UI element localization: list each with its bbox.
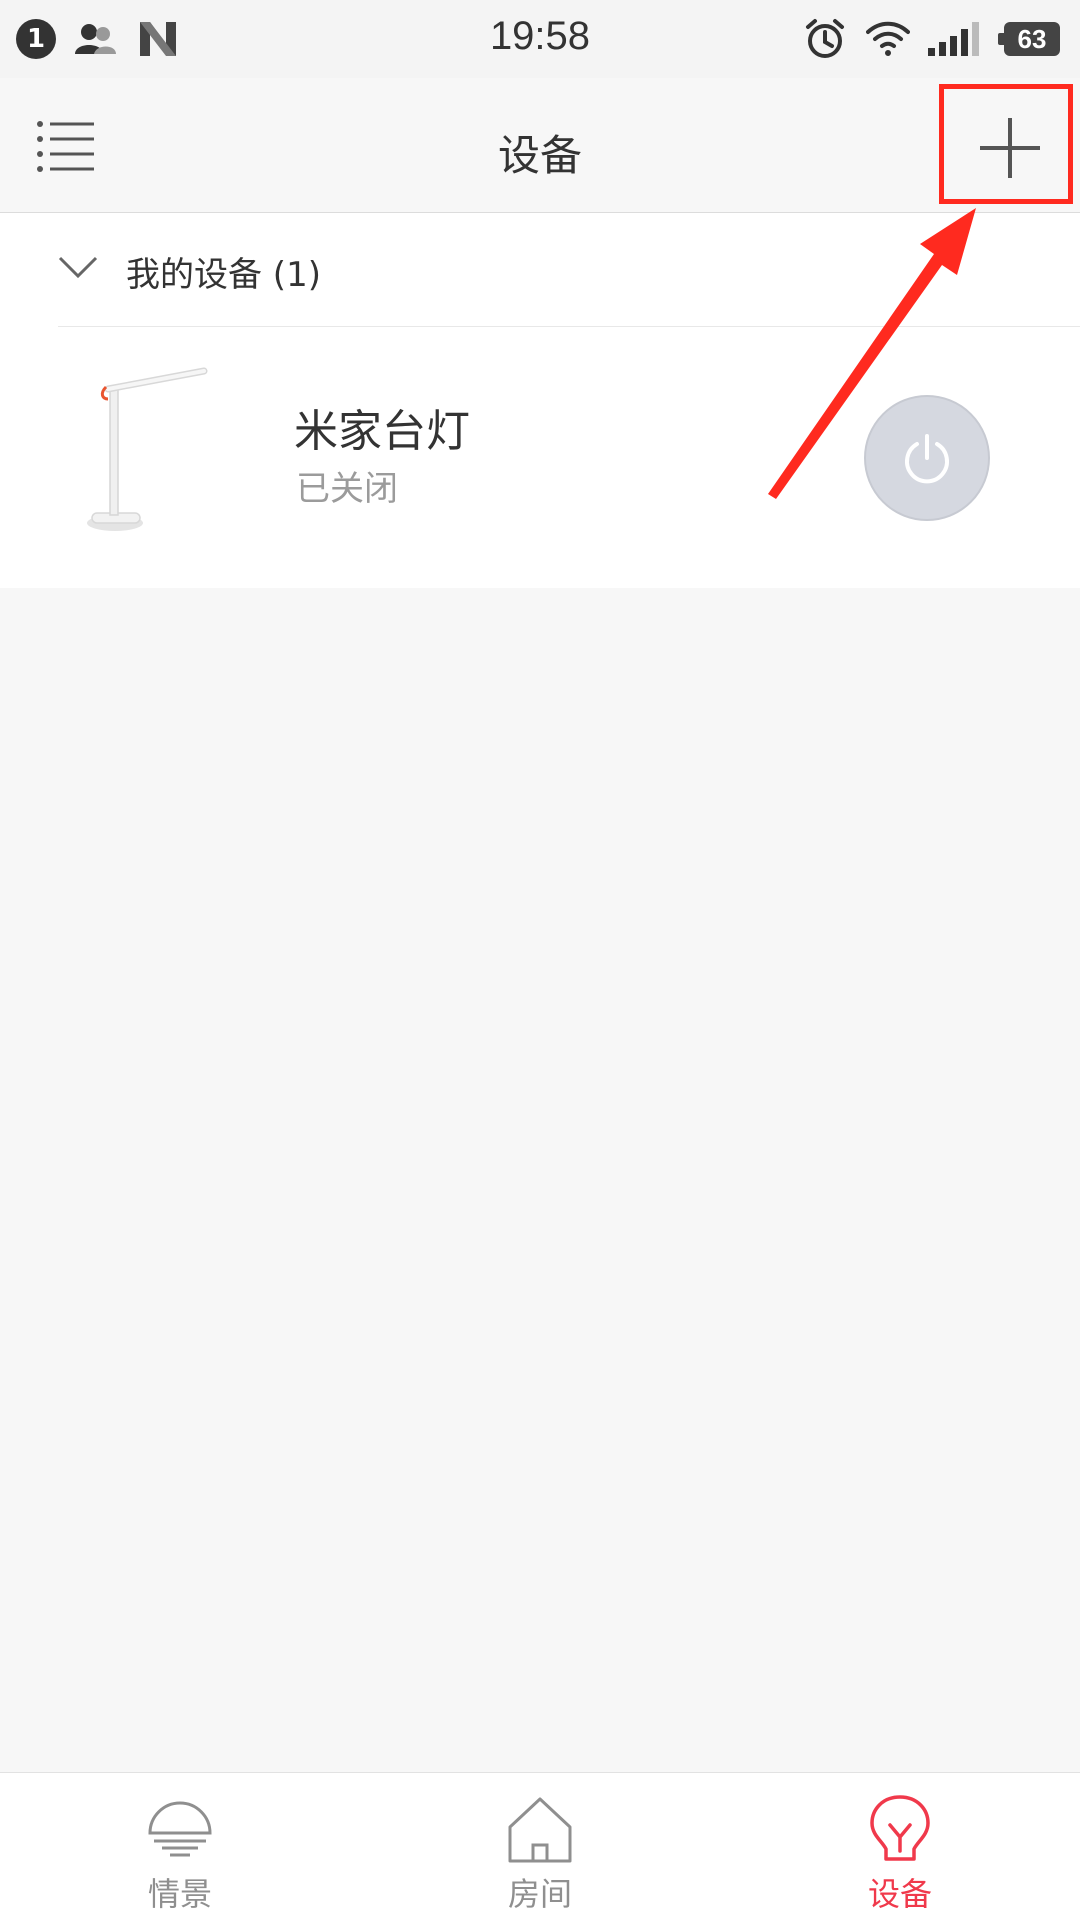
alarm-icon: [806, 19, 844, 58]
tab-devices-label: 设备: [867, 1875, 932, 1913]
power-toggle-button[interactable]: [864, 395, 990, 521]
tab-rooms[interactable]: 房间: [360, 1773, 720, 1920]
device-row[interactable]: 米家台灯 已关闭: [0, 327, 1080, 588]
add-device-button[interactable]: [970, 108, 1050, 188]
device-list: 我的设备 (1) 米家台灯 已关闭: [0, 213, 1080, 588]
tab-scenes[interactable]: 情景: [0, 1773, 360, 1920]
wifi-icon: [866, 21, 910, 56]
signal-icon: [928, 22, 979, 56]
battery-icon: 63: [998, 22, 1060, 56]
status-time: 19:58: [489, 14, 591, 58]
chevron-down-icon: [58, 256, 98, 279]
desk-lamp-image: [87, 367, 208, 531]
tab-scenes-label: 情景: [147, 1875, 212, 1913]
device-name: 米家台灯: [294, 406, 470, 457]
device-status: 已关闭: [296, 469, 398, 509]
house-icon: [508, 1797, 572, 1863]
power-icon: [905, 434, 949, 484]
scene-light-icon: [148, 1801, 212, 1857]
tab-rooms-label: 房间: [507, 1875, 572, 1913]
bulb-icon: [870, 1795, 930, 1861]
device-group-header[interactable]: 我的设备 (1): [0, 213, 1080, 327]
page-title: 设备: [497, 131, 582, 180]
top-app-bar: 设备: [0, 78, 1080, 213]
device-group-label: 我的设备 (1): [126, 255, 321, 295]
bottom-navigation: 情景 房间 设备: [0, 1772, 1080, 1920]
tab-devices[interactable]: 设备: [720, 1773, 1080, 1920]
app-screen: 1 19:58 63 设备 我的设备 (1) 米家台灯 已关闭 情景 房间 设备: [0, 0, 1080, 1920]
status-bar: 1 19:58 63: [0, 0, 1080, 78]
